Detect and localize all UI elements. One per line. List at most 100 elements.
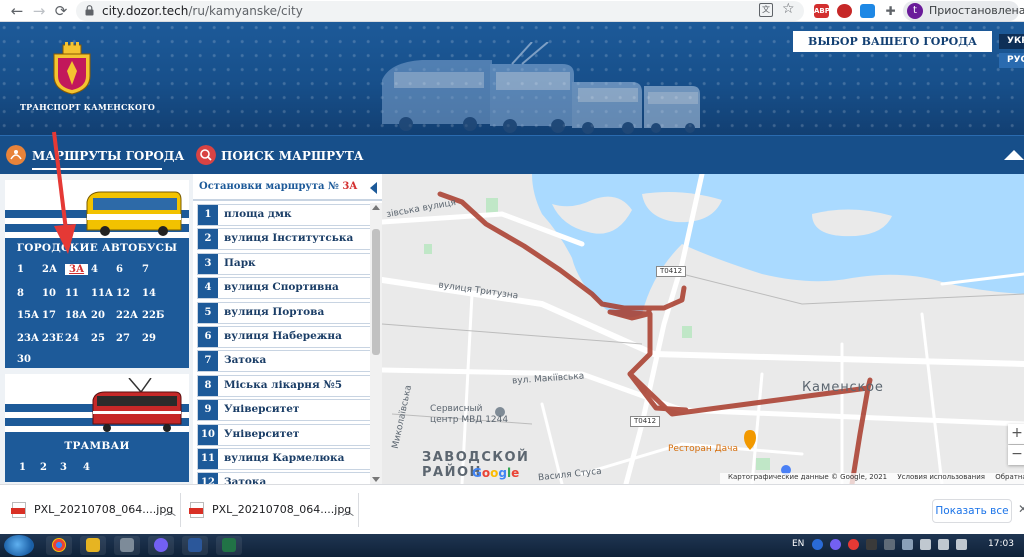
bus-route-link[interactable]: 11 <box>65 288 79 299</box>
stop-row[interactable]: 4 вулиця Спортивна <box>197 277 372 300</box>
zoom-out-button[interactable]: − <box>1008 445 1024 465</box>
back-icon[interactable]: ← <box>8 2 26 20</box>
input-language[interactable]: EN <box>792 539 804 549</box>
bus-route-link[interactable]: 12 <box>116 288 130 299</box>
start-button[interactable] <box>4 535 34 556</box>
bus-route-link[interactable]: 17 <box>42 310 56 321</box>
forward-icon[interactable]: → <box>30 2 48 20</box>
viber-tray-icon[interactable] <box>830 539 841 550</box>
bus-route-link[interactable]: 27 <box>116 333 130 344</box>
bus-route-link[interactable]: 24 <box>65 333 79 344</box>
map-terms-link[interactable]: Условия использования <box>897 473 985 481</box>
show-all-downloads-button[interactable]: Показать все <box>932 499 1012 523</box>
clock[interactable]: 17:03 <box>988 539 1014 549</box>
address-bar[interactable]: city.dozor.tech/ru/kamyanske/city 文 ☆ <box>76 1 804 21</box>
bus-route-link[interactable]: 2А <box>42 264 57 275</box>
zoom-in-button[interactable]: + <box>1008 424 1024 444</box>
bus-route-link[interactable]: 22Б <box>142 310 164 321</box>
stops-panel: Остановки маршрута № 3А 1 площа дмк 2 вулиц… <box>193 174 382 495</box>
stop-name: вулиця Інститутська <box>224 232 354 245</box>
stop-row[interactable]: 5 вулиця Портова <box>197 301 372 324</box>
bus-route-link[interactable]: 7 <box>142 264 149 275</box>
stop-row[interactable]: 11 вулиця Кармелюка <box>197 448 372 470</box>
word-taskbar-icon[interactable] <box>182 536 208 555</box>
close-icon[interactable]: ✕ <box>1018 502 1024 516</box>
stop-number: 9 <box>198 400 218 421</box>
tram-route-link[interactable]: 2 <box>40 462 47 473</box>
bus-route-link[interactable]: 23А <box>17 333 39 344</box>
route-map[interactable]: зівська вулиця вулиця Тритузна вул. Макі… <box>382 174 1024 484</box>
bus-route-link[interactable]: 15А <box>17 310 39 321</box>
chevron-up-icon[interactable]: ︿ <box>342 502 354 519</box>
lang-rus[interactable]: РУС <box>999 53 1024 68</box>
map-feedback-link[interactable]: Обратная связь <box>995 473 1024 481</box>
opera-tray-icon[interactable] <box>848 539 859 550</box>
bus-route-link[interactable]: 23Е <box>42 333 64 344</box>
stop-row[interactable]: 2 вулиця Інститутська <box>197 228 372 251</box>
bus-route-link[interactable]: 22А <box>116 310 138 321</box>
bus-route-link[interactable]: 6 <box>116 264 123 275</box>
brand-name[interactable]: ТРАНСПОРТ КАМЕНСКОГО <box>20 102 155 112</box>
bus-route-link[interactable]: 10 <box>42 288 56 299</box>
stop-row[interactable]: 7 Затока <box>197 350 372 373</box>
tram-route-link[interactable]: 3 <box>60 462 67 473</box>
extension-blue-icon[interactable] <box>860 4 875 18</box>
bus-route-link[interactable]: 11А <box>91 288 113 299</box>
bookmark-star-icon[interactable]: ☆ <box>782 1 795 17</box>
lang-ukr[interactable]: УКР <box>999 34 1024 49</box>
stop-name: вулиця Спортивна <box>224 281 339 294</box>
reload-icon[interactable]: ⟳ <box>52 2 70 20</box>
bus-route-link[interactable]: 1 <box>17 264 24 275</box>
app-tray-icon[interactable] <box>902 539 913 550</box>
map-attribution: Картографические данные © Google, 2021 У… <box>720 473 1024 484</box>
stop-row[interactable]: 3 Парк <box>197 252 372 275</box>
translate-icon[interactable]: 文 <box>759 3 773 17</box>
bus-route-link[interactable]: 14 <box>142 288 156 299</box>
scrollbar-thumb[interactable] <box>372 229 380 355</box>
bus-route-link[interactable]: 18А <box>65 310 87 321</box>
adblock-icon[interactable]: ABP <box>814 4 830 18</box>
tram-route-link[interactable]: 1 <box>19 462 26 473</box>
bus-section-title: ГОРОДСКИЕ АВТОБУСЫ <box>16 242 178 254</box>
vehicles-banner-image <box>382 42 700 134</box>
bus-route-link[interactable]: 3А <box>65 264 89 275</box>
bus-route-link[interactable]: 30 <box>17 354 31 365</box>
volume-tray-icon[interactable] <box>956 539 967 550</box>
media-taskbar-icon[interactable] <box>114 536 140 555</box>
collapse-left-icon[interactable] <box>370 182 377 194</box>
bus-route-link[interactable]: 29 <box>142 333 156 344</box>
stop-row[interactable]: 10 Університет <box>197 423 372 446</box>
bus-route-link[interactable]: 4 <box>91 264 98 275</box>
chevron-up-icon[interactable]: ︿ <box>164 502 176 519</box>
puzzle-icon[interactable]: ✚ <box>883 4 898 18</box>
bus-route-link[interactable]: 20 <box>91 310 105 321</box>
chrome-taskbar-icon[interactable] <box>46 536 72 555</box>
explorer-taskbar-icon[interactable] <box>80 536 106 555</box>
stops-scrollbar[interactable] <box>370 203 382 484</box>
city-select-button[interactable]: ВЫБОР ВАШЕГО ГОРОДА <box>793 31 992 52</box>
stop-row[interactable]: 9 Університет <box>197 399 372 422</box>
nav-search-route[interactable]: ПОИСК МАРШРУТА <box>221 145 364 167</box>
url-text[interactable]: city.dozor.tech/ru/kamyanske/city <box>102 4 303 18</box>
profile-button[interactable]: t Приостановлена <box>903 1 1024 21</box>
extension-red-icon[interactable] <box>837 4 852 18</box>
network-tray-icon[interactable] <box>920 539 931 550</box>
stop-row[interactable]: 6 вулиця Набережна <box>197 326 372 348</box>
download-item[interactable]: PXL_20210708_064....jpg ︿ <box>189 498 356 522</box>
coat-of-arms-icon[interactable] <box>50 42 94 96</box>
stop-row[interactable]: 8 Міська лікарня №5 <box>197 374 372 397</box>
road-badge: Т0412 <box>630 416 661 427</box>
tram-image <box>92 378 182 432</box>
stop-row[interactable]: 1 площа дмк <box>197 204 372 226</box>
app-tray-icon[interactable] <box>866 539 877 550</box>
excel-taskbar-icon[interactable] <box>216 536 242 555</box>
collapse-arrow-icon[interactable] <box>1004 150 1024 160</box>
tram-route-link[interactable]: 4 <box>83 462 90 473</box>
download-item[interactable]: PXL_20210708_064....jpg ︿ <box>11 498 178 522</box>
battery-tray-icon[interactable] <box>938 539 949 550</box>
viber-taskbar-icon[interactable] <box>148 536 174 555</box>
bus-route-link[interactable]: 8 <box>17 288 24 299</box>
bus-route-link[interactable]: 25 <box>91 333 105 344</box>
help-tray-icon[interactable] <box>812 539 823 550</box>
app-tray-icon[interactable] <box>884 539 895 550</box>
